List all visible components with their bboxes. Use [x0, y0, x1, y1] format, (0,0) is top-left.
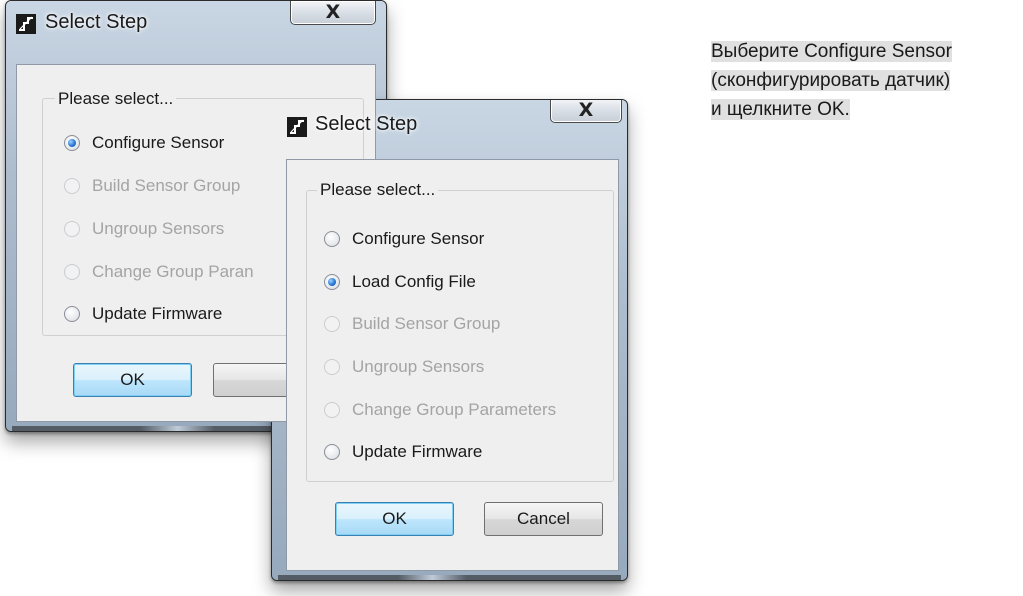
back-option-update-firmware[interactable]: Update Firmware	[64, 302, 222, 326]
front-option-update-firmware[interactable]: Update Firmware	[324, 440, 482, 464]
front-dialog-titlebar[interactable]: Select Step X	[272, 100, 627, 142]
option-label: Change Group Paran	[92, 262, 254, 281]
option-label: Ungroup Sensors	[92, 219, 225, 238]
radio-button[interactable]	[64, 178, 80, 194]
front-option-ungroup-sensors[interactable]: Ungroup Sensors	[324, 355, 484, 379]
radio-button[interactable]	[64, 306, 80, 322]
radio-button[interactable]	[64, 135, 80, 151]
back-dialog-titlebar[interactable]: Select Step X	[6, 1, 386, 43]
front-dialog-close-button[interactable]: X	[550, 99, 622, 123]
front-dialog-client: Please select... Configure Sensor Load C…	[286, 159, 619, 571]
option-label: Build Sensor Group	[352, 314, 501, 333]
instruction-text: Выберите Configure Sensor (сконфигуриров…	[711, 37, 952, 124]
back-ok-button[interactable]: OK	[73, 363, 192, 397]
radio-button[interactable]	[324, 359, 340, 375]
instruction-line: и щелкните OK.	[711, 99, 850, 120]
app-icon	[287, 117, 307, 137]
front-dialog-title: Select Step	[315, 113, 418, 135]
radio-button[interactable]	[64, 264, 80, 280]
option-label: Update Firmware	[92, 304, 223, 323]
instruction-line: Выберите Configure Sensor	[711, 41, 952, 62]
back-option-configure-sensor[interactable]: Configure Sensor	[64, 131, 224, 155]
front-cancel-button[interactable]: Cancel	[484, 502, 603, 536]
back-option-ungroup-sensors[interactable]: Ungroup Sensors	[64, 217, 224, 241]
back-dialog-close-button[interactable]: X	[290, 1, 376, 25]
front-ok-button[interactable]: OK	[335, 502, 454, 536]
front-dialog-window: Select Step X Please select... Configure…	[271, 99, 628, 581]
app-icon	[16, 14, 36, 34]
radio-button[interactable]	[324, 316, 340, 332]
option-label: Load Config File	[352, 272, 476, 291]
front-option-change-group-parameters[interactable]: Change Group Parameters	[324, 398, 556, 422]
option-label: Ungroup Sensors	[352, 357, 485, 376]
radio-button[interactable]	[324, 231, 340, 247]
front-option-build-sensor-group[interactable]: Build Sensor Group	[324, 312, 500, 336]
back-dialog-group-title: Please select...	[55, 89, 177, 109]
radio-button[interactable]	[324, 444, 340, 460]
option-label: Configure Sensor	[352, 229, 485, 248]
front-option-configure-sensor[interactable]: Configure Sensor	[324, 227, 484, 251]
back-option-change-group-parameters[interactable]: Change Group Paran	[64, 260, 254, 284]
radio-button[interactable]	[324, 402, 340, 418]
back-dialog-title: Select Step	[45, 11, 148, 33]
option-label: Build Sensor Group	[92, 176, 241, 195]
back-option-build-sensor-group[interactable]: Build Sensor Group	[64, 174, 240, 198]
option-label: Change Group Parameters	[352, 400, 557, 419]
close-icon: X	[578, 99, 594, 121]
close-icon: X	[325, 1, 341, 23]
radio-button[interactable]	[64, 221, 80, 237]
instruction-line: (сконфигурировать датчик)	[711, 70, 951, 91]
front-dialog-group-title: Please select...	[317, 180, 439, 200]
option-label: Update Firmware	[352, 442, 483, 461]
option-label: Configure Sensor	[92, 133, 225, 152]
front-option-load-config-file[interactable]: Load Config File	[324, 270, 476, 294]
radio-button[interactable]	[324, 274, 340, 290]
